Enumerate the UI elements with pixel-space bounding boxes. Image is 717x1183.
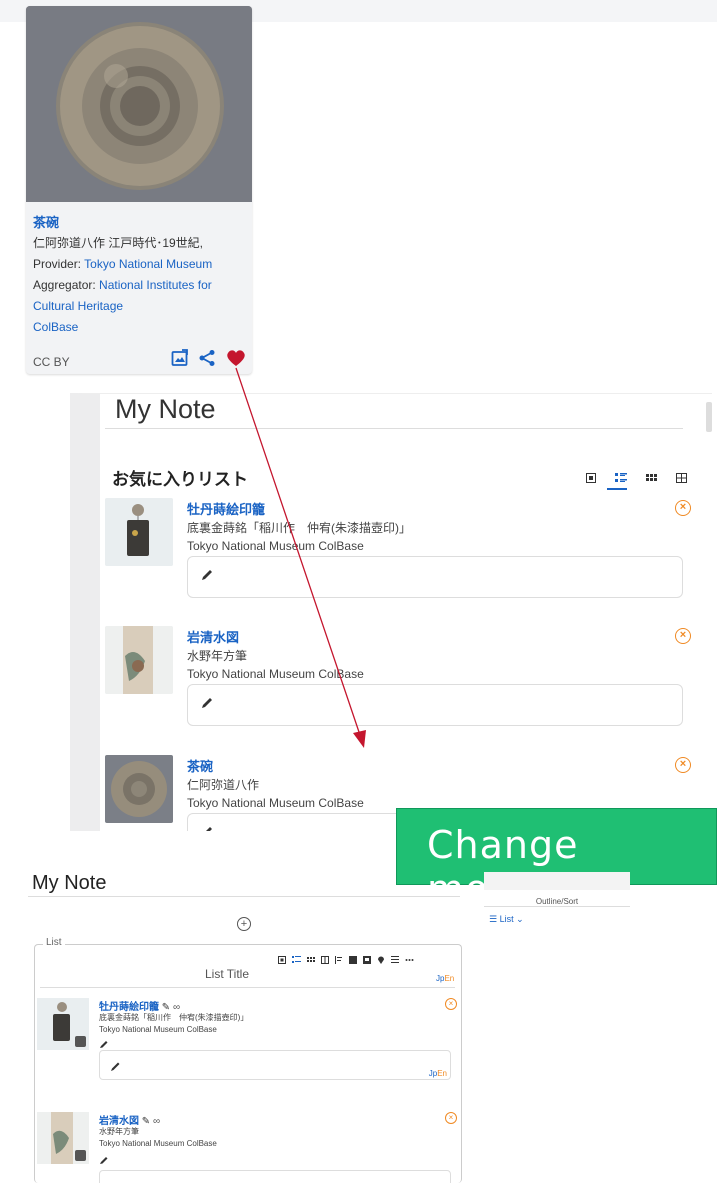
card-view-icon[interactable] bbox=[349, 951, 357, 969]
editor-view-toolbar bbox=[278, 951, 414, 969]
item-title[interactable]: 牡丹蒔絵印籠 ✎ ∞ bbox=[99, 998, 180, 1013]
card-image[interactable] bbox=[26, 6, 252, 202]
single-view-icon[interactable] bbox=[278, 951, 286, 969]
edit-pencil-icon[interactable]: ✎ bbox=[142, 1116, 150, 1127]
editor-list-item[interactable]: 岩清水図 ✎ ∞ 水野年方筆 Tokyo National Museum Col… bbox=[37, 1112, 457, 1183]
tea-bowl-image bbox=[26, 6, 252, 202]
card-description: 仁阿弥道八作 江戸時代･19世紀, bbox=[33, 236, 204, 250]
divider bbox=[484, 906, 630, 907]
language-toggle[interactable]: JpEn bbox=[436, 974, 454, 983]
note-field[interactable] bbox=[187, 556, 683, 598]
item-provider: Tokyo National Museum ColBase bbox=[187, 667, 364, 681]
card-colbase: ColBase bbox=[33, 319, 78, 335]
language-toggle[interactable]: JpEn bbox=[429, 1069, 447, 1078]
section-legend: List bbox=[43, 937, 65, 948]
card-provider: Provider: Tokyo National Museum bbox=[33, 256, 212, 272]
link-icon[interactable]: ∞ bbox=[153, 1116, 160, 1127]
pencil-icon[interactable] bbox=[99, 1152, 109, 1170]
item-thumbnail[interactable] bbox=[105, 498, 173, 566]
list-view-icon[interactable] bbox=[292, 951, 301, 969]
remove-icon[interactable]: × bbox=[675, 628, 691, 644]
active-mode-indicator bbox=[607, 488, 627, 490]
item-provider: Tokyo National Museum ColBase bbox=[187, 539, 364, 553]
item-title[interactable]: 牡丹蒔絵印籠 bbox=[187, 499, 265, 518]
result-card[interactable]: 茶碗 仁阿弥道八作 江戸時代･19世紀, Provider: Tokyo Nat… bbox=[26, 6, 252, 374]
pencil-icon[interactable] bbox=[110, 1059, 121, 1077]
image-view-icon[interactable] bbox=[363, 951, 371, 969]
lang-jp[interactable]: Jp bbox=[429, 1069, 437, 1078]
card-aggregator-cont: Cultural Heritage bbox=[33, 298, 123, 314]
add-section-button[interactable]: + bbox=[237, 917, 251, 931]
pencil-icon[interactable] bbox=[200, 825, 214, 831]
provider-link[interactable]: Tokyo National Museum bbox=[84, 257, 212, 271]
item-title[interactable]: 茶碗 bbox=[187, 756, 213, 775]
divider bbox=[40, 987, 455, 988]
favorites-list-title: お気に入りリスト bbox=[112, 470, 248, 489]
list-mode-label: List bbox=[499, 914, 514, 924]
list-item[interactable]: 牡丹蒔絵印籠 底裏金蒔銘「稲川作 仲宥(朱漆描壺印)」 Tokyo Nation… bbox=[105, 498, 691, 613]
provider-label: Provider: bbox=[33, 257, 85, 271]
table-view-icon[interactable] bbox=[321, 951, 329, 969]
lang-en[interactable]: En bbox=[444, 974, 454, 983]
divider bbox=[105, 428, 683, 429]
item-subtitle: 水野年方筆 bbox=[187, 649, 248, 663]
note-field[interactable]: JpEn bbox=[99, 1050, 451, 1080]
item-subtitle: 水野年方筆 bbox=[99, 1127, 139, 1136]
single-view-icon[interactable] bbox=[586, 470, 596, 488]
timeline-view-icon[interactable] bbox=[335, 951, 343, 969]
bullet-list-icon[interactable] bbox=[391, 951, 399, 969]
list-mode-select[interactable]: ☰ List ⌄ bbox=[489, 914, 524, 925]
sidebar-header bbox=[484, 872, 630, 890]
editor-list-item[interactable]: 牡丹蒔絵印籠 ✎ ∞ 底裏金蒔銘「稲川作 仲宥(朱漆描壺印)」 Tokyo Na… bbox=[37, 998, 457, 1098]
more-icon[interactable] bbox=[405, 951, 414, 969]
item-subtitle: 底裏金蒔銘「稲川作 仲宥(朱漆描壺印)」 bbox=[99, 1013, 249, 1022]
card-title[interactable]: 茶碗 bbox=[33, 212, 59, 231]
list-item[interactable]: 岩清水図 水野年方筆 Tokyo National Museum ColBase… bbox=[105, 626, 691, 741]
remove-icon[interactable]: × bbox=[445, 998, 457, 1010]
item-thumbnail[interactable] bbox=[105, 626, 173, 694]
note-field[interactable] bbox=[187, 684, 683, 726]
note-field[interactable] bbox=[99, 1170, 451, 1183]
favorite-heart-icon[interactable] bbox=[226, 349, 246, 372]
grid-view-icon[interactable] bbox=[307, 951, 315, 969]
map-pin-icon[interactable] bbox=[377, 951, 385, 969]
list-title[interactable]: List Title bbox=[205, 967, 249, 981]
item-thumbnail[interactable] bbox=[37, 998, 89, 1050]
my-note-panel: My Note お気に入りリスト 牡丹蒔絵印籠 底裏金蒔銘「稲川作 仲宥(朱漆描… bbox=[70, 393, 712, 831]
remove-icon[interactable]: × bbox=[675, 757, 691, 773]
grid-view-icon[interactable] bbox=[646, 470, 657, 488]
remove-icon[interactable]: × bbox=[445, 1112, 457, 1124]
card-aggregator: Aggregator: National Institutes for bbox=[33, 277, 212, 293]
aggregator-link-line2[interactable]: Cultural Heritage bbox=[33, 299, 123, 313]
aggregator-link-line1[interactable]: National Institutes for bbox=[99, 278, 212, 292]
colbase-link[interactable]: ColBase bbox=[33, 320, 78, 334]
scrollbar[interactable] bbox=[706, 402, 712, 432]
item-thumbnail[interactable] bbox=[105, 755, 173, 823]
item-thumbnail[interactable] bbox=[37, 1112, 89, 1164]
lang-en[interactable]: En bbox=[437, 1069, 447, 1078]
page-title: My Note bbox=[115, 394, 216, 424]
item-provider: Tokyo National Museum ColBase bbox=[99, 1025, 217, 1034]
page-title-editor: My Note bbox=[32, 872, 107, 894]
item-subtitle: 底裏金蒔銘「稲川作 仲宥(朱漆描壺印)」 bbox=[187, 521, 411, 535]
remove-icon[interactable]: × bbox=[675, 500, 691, 516]
view-mode-toolbar bbox=[586, 470, 687, 488]
outline-sort-label: Outline/Sort bbox=[535, 897, 579, 906]
table-view-icon[interactable] bbox=[676, 470, 687, 488]
license-label: CC BY bbox=[33, 355, 70, 369]
list-view-icon[interactable] bbox=[615, 470, 627, 488]
aggregator-label: Aggregator: bbox=[33, 278, 100, 292]
list-icon: ☰ bbox=[489, 914, 498, 924]
item-title[interactable]: 岩清水図 ✎ ∞ bbox=[99, 1112, 160, 1127]
image-view-icon[interactable] bbox=[171, 349, 189, 372]
divider bbox=[28, 896, 460, 897]
share-icon[interactable] bbox=[198, 349, 216, 372]
item-title[interactable]: 岩清水図 bbox=[187, 627, 239, 646]
pencil-icon[interactable] bbox=[200, 696, 214, 715]
item-provider: Tokyo National Museum ColBase bbox=[99, 1139, 217, 1148]
item-provider: Tokyo National Museum ColBase bbox=[187, 796, 364, 810]
pencil-icon[interactable] bbox=[200, 568, 214, 587]
chevron-down-icon: ⌄ bbox=[516, 914, 524, 924]
item-subtitle: 仁阿弥道八作 bbox=[187, 778, 260, 792]
